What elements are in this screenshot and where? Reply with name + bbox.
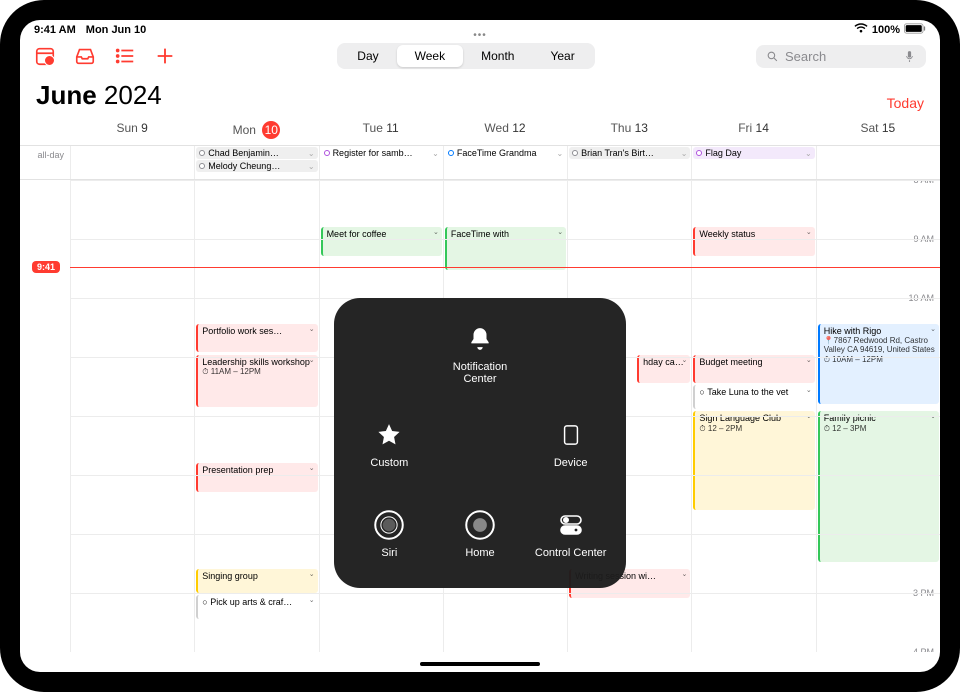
home-icon <box>463 508 497 542</box>
now-line <box>70 267 940 268</box>
seg-week[interactable]: Week <box>397 45 463 67</box>
ad-wed[interactable]: FaceTime Grandma⌄ <box>443 146 567 179</box>
bell-icon <box>463 322 497 356</box>
inbox-icon[interactable] <box>74 45 96 67</box>
status-time: 9:41 AM <box>34 24 76 36</box>
screen: ••• 9:41 AM Mon Jun 10 100% <box>20 20 940 672</box>
at-control-center[interactable]: Control Center <box>531 508 611 559</box>
at-home[interactable]: Home <box>440 508 520 559</box>
at-notification-center[interactable]: Notification Center <box>440 322 520 385</box>
dayh-thu[interactable]: Thu 13 <box>567 115 691 145</box>
calendar-event[interactable]: Singing group⌄ <box>196 569 317 593</box>
seg-month[interactable]: Month <box>463 45 532 67</box>
day-header-row: Sun 9 Mon 10 Tue 11 Wed 12 Thu 13 Fri 14… <box>20 115 940 146</box>
calendar-event[interactable]: Family picnic⏱ 12 – 3PM⌄ <box>818 411 939 562</box>
at-custom[interactable]: Custom <box>349 418 429 469</box>
today-button[interactable]: Today <box>887 95 924 111</box>
calendar-event[interactable]: Hike with Rigo📍7867 Redwood Rd, Castro V… <box>818 324 939 404</box>
assistive-touch-menu[interactable]: Notification Center Custom Device Siri H… <box>334 298 626 588</box>
dayh-fri[interactable]: Fri 14 <box>691 115 815 145</box>
ad-tue[interactable]: Register for samb…⌄ <box>319 146 443 179</box>
home-indicator[interactable] <box>420 662 540 666</box>
allday-event[interactable]: Chad Benjamin…⌄ <box>196 147 317 159</box>
ipad-frame: ••• 9:41 AM Mon Jun 10 100% <box>0 0 960 692</box>
calendar-icon[interactable] <box>34 45 56 67</box>
battery-percent: 100% <box>872 24 900 36</box>
dayh-sun[interactable]: Sun 9 <box>70 115 194 145</box>
seg-year[interactable]: Year <box>532 45 592 67</box>
view-segment: Day Week Month Year <box>337 43 594 69</box>
wifi-icon <box>854 23 868 37</box>
calendar-event[interactable]: Leadership skills workshop⏱ 11AM – 12PM⌄ <box>196 355 317 407</box>
status-date: Mon Jun 10 <box>86 24 147 36</box>
allday-event[interactable]: Brian Tran's Birt…⌄ <box>569 147 690 159</box>
allday-event[interactable]: Flag Day⌄ <box>693 147 814 159</box>
allday-event[interactable]: Melody Cheung…⌄ <box>196 160 317 172</box>
search-placeholder: Search <box>785 49 826 64</box>
allday-event[interactable]: FaceTime Grandma⌄ <box>445 147 566 159</box>
star-icon <box>372 418 406 452</box>
calendar-header: June 2024 Today <box>20 74 940 115</box>
allday-row: all-day Chad Benjamin…⌄Melody Cheung…⌄ R… <box>20 146 940 180</box>
dayh-wed[interactable]: Wed 12 <box>443 115 567 145</box>
at-siri[interactable]: Siri <box>349 508 429 559</box>
siri-icon <box>372 508 406 542</box>
ad-sat[interactable] <box>816 146 940 179</box>
now-time-badge: 9:41 <box>32 261 60 273</box>
calendar-event[interactable]: hday car…⌄ <box>637 355 690 383</box>
allday-label: all-day <box>20 146 70 179</box>
ad-thu[interactable]: Brian Tran's Birt…⌄ <box>567 146 691 179</box>
calendar-event[interactable]: FaceTime with⌄ <box>445 227 566 269</box>
calendar-event[interactable]: ○ Take Luna to the vet⌄ <box>693 385 814 409</box>
toggles-icon <box>554 508 588 542</box>
at-device[interactable]: Device <box>531 418 611 469</box>
multitask-dots[interactable]: ••• <box>473 30 487 41</box>
list-icon[interactable] <box>114 45 136 67</box>
device-icon <box>554 418 588 452</box>
month-title: June 2024 <box>36 80 162 111</box>
toolbar: Day Week Month Year Search <box>20 38 940 74</box>
dayh-tue[interactable]: Tue 11 <box>319 115 443 145</box>
add-icon[interactable] <box>154 45 176 67</box>
seg-day[interactable]: Day <box>339 45 396 67</box>
dayh-sat[interactable]: Sat 15 <box>816 115 940 145</box>
calendar-event[interactable]: Presentation prep⌄ <box>196 463 317 491</box>
ad-mon[interactable]: Chad Benjamin…⌄Melody Cheung…⌄ <box>194 146 318 179</box>
calendar-event[interactable]: Budget meeting⌄ <box>693 355 814 383</box>
battery-icon <box>904 23 926 37</box>
dayh-mon[interactable]: Mon 10 <box>194 115 318 145</box>
calendar-event[interactable]: Portfolio work ses…⌄ <box>196 324 317 352</box>
search-field[interactable]: Search <box>756 45 926 68</box>
calendar-event[interactable]: ○ Pick up arts & craf…⌄ <box>196 595 317 619</box>
allday-event[interactable]: Register for samb…⌄ <box>321 147 442 159</box>
calendar-event[interactable]: Meet for coffee⌄ <box>321 227 442 255</box>
mic-icon[interactable] <box>903 50 916 63</box>
ad-sun[interactable] <box>70 146 194 179</box>
ad-fri[interactable]: Flag Day⌄ <box>691 146 815 179</box>
search-icon <box>766 50 779 63</box>
calendar-event[interactable]: Weekly status⌄ <box>693 227 814 255</box>
calendar-event[interactable]: Sign Language Club⏱ 12 – 2PM⌄ <box>693 411 814 510</box>
